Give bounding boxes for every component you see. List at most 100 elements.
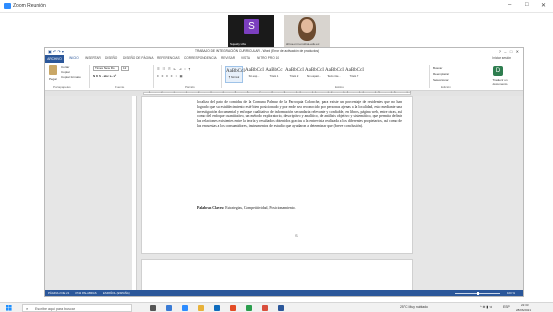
zoom-level[interactable]: 100 % <box>507 291 515 295</box>
tab-archivo[interactable]: ARCHIVO <box>45 55 64 63</box>
keywords-text: Estrategias, Competitividad, Posicionami… <box>225 206 296 210</box>
format-painter-button[interactable]: Copiar formato <box>61 75 81 79</box>
keyboard-language[interactable]: ESP <box>503 305 510 309</box>
document-page[interactable]: localiza del pato de comidas de la Comun… <box>141 96 413 254</box>
office-icon[interactable] <box>230 305 236 311</box>
zoom-maximize-button[interactable]: □ <box>525 2 529 8</box>
language-status[interactable]: ESPAÑOL (ESPAÑA) <box>103 291 130 295</box>
file-explorer-icon[interactable] <box>198 305 204 311</box>
next-document-page[interactable] <box>141 259 413 290</box>
style-titulo-2[interactable]: AaBbCcI Título 2 <box>285 66 304 83</box>
style-sample: AaBbCcI <box>245 68 264 73</box>
style-name: Título 7 <box>349 75 359 78</box>
translate-button[interactable]: Traducir un documento <box>485 78 515 86</box>
system-tray-icons[interactable]: ^ ⊕ ▮ ⊲ <box>480 305 492 309</box>
clock-time[interactable]: 22:33 <box>521 303 529 307</box>
zoom-logo-icon <box>4 3 11 9</box>
group-label-edicion: Edición <box>441 85 451 89</box>
style-sin-espaciado-2[interactable]: AaBbCcI Sin espaci... <box>305 66 324 83</box>
translate-icon[interactable]: D <box>493 66 503 76</box>
tab-insertar[interactable]: INSERTAR <box>85 56 101 60</box>
ribbon-home: Pegar Cortar Copiar Copiar formato Porta… <box>45 63 523 91</box>
mouse-cursor-mark: S <box>295 233 298 238</box>
style-name: ¶ Normal <box>228 76 240 79</box>
word-count[interactable]: 4742 PALABRAS <box>75 291 97 295</box>
style-name: Título 1 <box>269 75 279 78</box>
paste-button[interactable]: Pegar <box>49 77 57 81</box>
tab-correspondencia[interactable]: CORRESPONDENCIA <box>184 56 217 60</box>
find-button[interactable]: Buscar <box>433 66 442 70</box>
participant-tile[interactable]: shrue-mm-molina-edu.ec <box>284 15 330 47</box>
word-close-button[interactable]: ✕ <box>516 49 519 54</box>
tab-vista[interactable]: VISTA <box>241 56 250 60</box>
font-size-dropdown[interactable]: 12 <box>121 66 129 71</box>
page-count[interactable]: PÁGINA 2 DE 21 <box>48 291 69 295</box>
paste-icon[interactable] <box>49 65 57 75</box>
tab-diseno-pagina[interactable]: DISEÑO DE PÁGINA <box>123 56 153 60</box>
style-normal[interactable]: AaBbCcI ¶ Normal <box>225 66 245 83</box>
keywords-line[interactable]: Palabras Claves: Estrategias, Competitiv… <box>197 206 402 210</box>
powerpoint-icon[interactable] <box>262 305 268 311</box>
zoom-slider[interactable] <box>455 292 500 295</box>
tab-inicio[interactable]: INICIO <box>69 56 79 60</box>
weather-widget[interactable]: 25°C Muy nublado <box>400 305 428 309</box>
zoom-slider-thumb[interactable] <box>477 292 479 295</box>
group-label-fuente: Fuente <box>115 85 125 89</box>
vertical-ruler[interactable] <box>132 96 137 290</box>
participant-tile[interactable]: S Sujeidy Hbs <box>228 15 274 47</box>
zoom-window-title: Zoom Reunión <box>13 3 46 9</box>
task-view-icon[interactable] <box>150 305 156 311</box>
font-name-dropdown[interactable]: Times New Ro <box>93 66 119 71</box>
paragraph-list-buttons[interactable]: ☰ ☷ ☴ ⇤ ⇥ ↕ ¶ <box>157 67 191 71</box>
document-canvas[interactable]: localiza del pato de comidas de la Comun… <box>45 96 523 290</box>
group-label-parrafo: Párrafo <box>185 85 195 89</box>
select-button[interactable]: Seleccionar <box>433 78 449 82</box>
zoom-app-icon[interactable] <box>182 305 188 311</box>
ruler-numbers: 1 · 2 · 1 · 1 · 2 · 3 · 4 · 5 · 6 · 7 · … <box>149 91 414 94</box>
paragraph-align-buttons[interactable]: ≡ ≡ ≡ ≡ ↕ ▦ <box>157 74 184 78</box>
tab-diseno[interactable]: DISEÑO <box>105 56 117 60</box>
copy-button[interactable]: Copiar <box>61 70 70 74</box>
replace-button[interactable]: Reemplazar <box>433 72 449 76</box>
tab-referencias[interactable]: REFERENCIAS <box>157 56 180 60</box>
ribbon-separator <box>221 65 222 88</box>
style-texto-intenso[interactable]: AaBbCcI Texto inte... <box>325 66 344 83</box>
word-app-icon[interactable] <box>278 305 284 311</box>
windows-taskbar: ⌕ Escribe aquí para buscar 25°C Muy nubl… <box>0 302 553 312</box>
style-sample: AaBbCcI <box>226 69 245 74</box>
quick-access-save-icon[interactable]: ▣ ↶ ↷ ▾ <box>48 49 64 54</box>
word-maximize-button[interactable]: □ <box>510 49 512 54</box>
zoom-close-button[interactable]: ✕ <box>541 2 546 9</box>
style-name: Sin espaci... <box>306 75 322 78</box>
cut-button[interactable]: Cortar <box>61 65 69 69</box>
style-name: Sin esp... <box>248 75 260 78</box>
sign-in-link[interactable]: Iniciar sesión <box>492 56 511 60</box>
word-status-bar: PÁGINA 2 DE 21 4742 PALABRAS ESPAÑOL (ES… <box>45 290 523 296</box>
store-icon[interactable] <box>214 305 220 311</box>
style-titulo-1[interactable]: AaBbCc Título 1 <box>265 66 283 83</box>
format-buttons[interactable]: N K S · abc x₂ x² <box>93 74 116 78</box>
edge-icon[interactable] <box>166 305 172 311</box>
style-sin-espaciado[interactable]: AaBbCcI Sin esp... <box>245 66 264 83</box>
word-window-controls[interactable]: ? – □ ✕ <box>499 49 519 54</box>
participant-avatar: S <box>244 19 259 34</box>
windows-start-icon[interactable] <box>6 305 12 311</box>
tab-revisar[interactable]: REVISAR <box>221 56 235 60</box>
word-minimize-button[interactable]: – <box>504 49 506 54</box>
word-titlebar: ▣ ↶ ↷ ▾ TRABAJO DE INTEGRACIÓN CURRICULA… <box>45 48 523 55</box>
style-sample: AaBbCcI <box>345 68 364 73</box>
zoom-minimize-button[interactable]: – <box>508 2 511 8</box>
taskbar-search[interactable]: ⌕ Escribe aquí para buscar <box>22 304 132 312</box>
ribbon-separator <box>153 65 154 88</box>
style-name: Texto inte... <box>327 75 341 78</box>
body-paragraph[interactable]: localiza del pato de comidas de la Comun… <box>197 100 402 129</box>
style-sample: AaBbCcI <box>325 68 344 73</box>
tab-nitro[interactable]: NITRO PRO 10 <box>257 56 279 60</box>
keywords-label: Palabras Claves: <box>197 206 225 210</box>
style-sample: AaBbCcI <box>285 68 304 73</box>
style-sample: AaBbCcI <box>305 68 324 73</box>
style-titulo-7[interactable]: AaBbCcI Título 7 <box>345 66 364 83</box>
chrome-icon[interactable] <box>246 305 252 311</box>
clock-date[interactable]: 28/06/2021 <box>516 308 531 312</box>
help-button[interactable]: ? <box>499 49 501 54</box>
